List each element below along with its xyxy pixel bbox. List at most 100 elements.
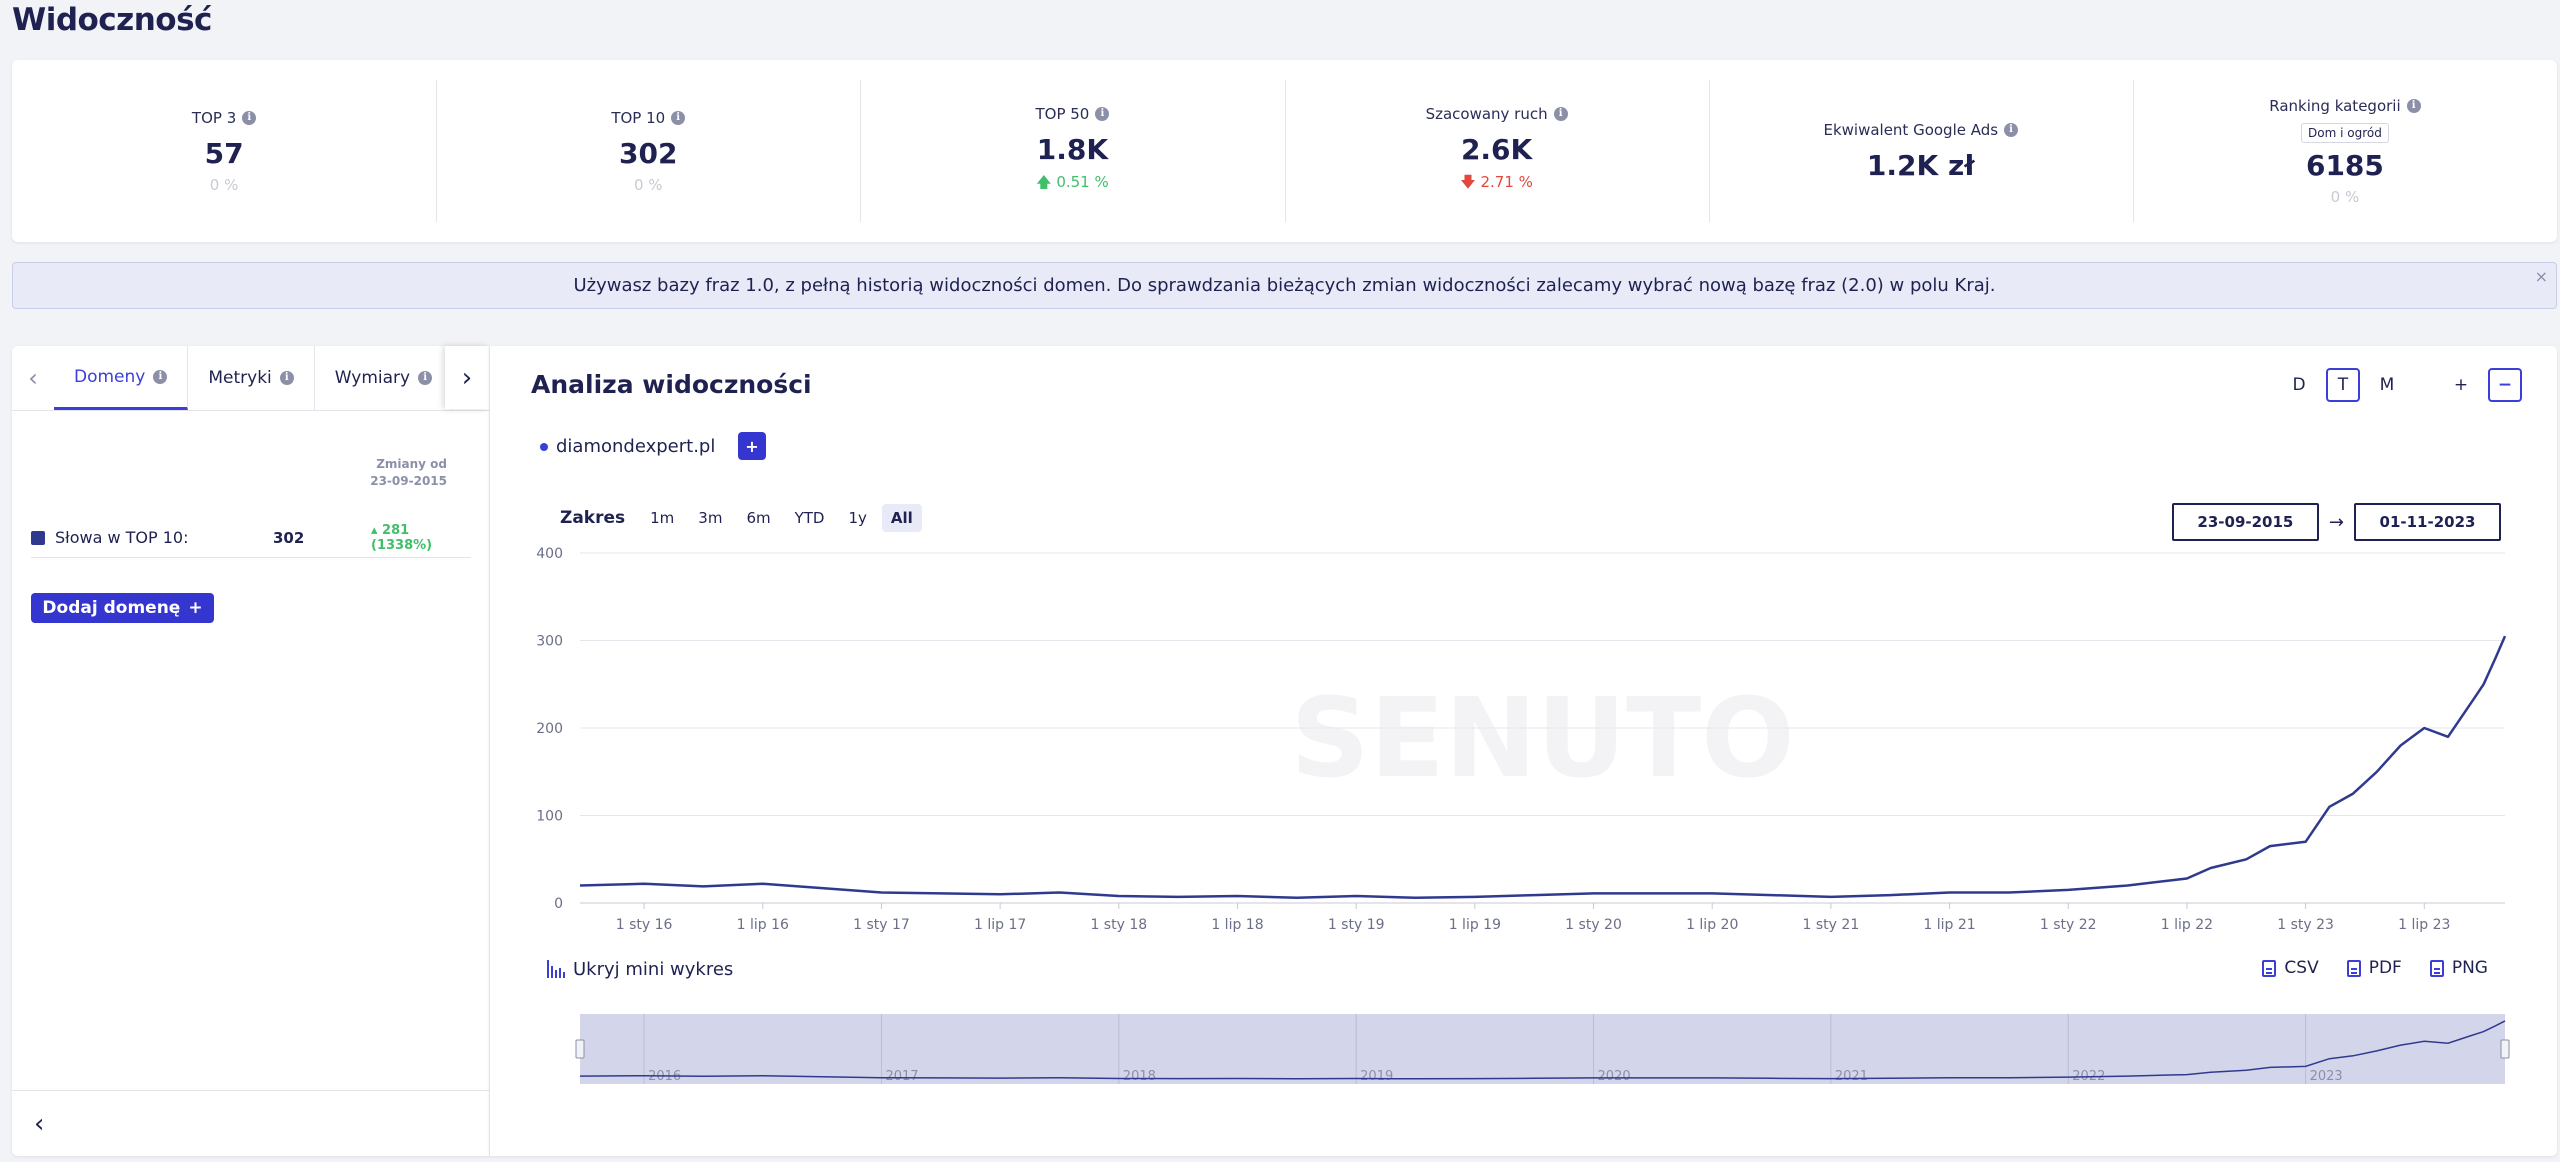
visibility-chart[interactable]: SENUTO 400 300 200 100 0 1 sty 16 1 lip 16 1 sty… <box>490 541 2558 951</box>
navigator-year-label: 2017 <box>885 1069 918 1084</box>
period-week-button[interactable]: T <box>2326 368 2360 402</box>
x-tick-label: 1 sty 17 <box>853 917 910 933</box>
visibility-analysis-panel: Analiza widoczności D T M + − diamondexp… <box>489 346 2557 1156</box>
zoom-in-button[interactable]: + <box>2444 368 2478 402</box>
date-from-input[interactable]: 23-09-2015 <box>2171 503 2319 541</box>
info-icon[interactable]: i <box>242 110 257 125</box>
y-tick-label: 100 <box>536 809 563 825</box>
metric-value: 302 <box>619 136 678 170</box>
document-icon <box>2429 959 2444 977</box>
navigator-year-label: 2019 <box>1360 1069 1393 1084</box>
export-pdf-button[interactable]: PDF <box>2346 958 2402 978</box>
metric-label: TOP 10 <box>611 108 666 127</box>
x-tick-label: 1 sty 22 <box>2040 917 2097 933</box>
chevron-left-icon[interactable]: ‹ <box>12 346 54 410</box>
mini-chart-navigator[interactable]: 2016 2017 2018 2019 2020 2021 2022 2023 <box>490 1006 2558 1096</box>
range-6m-button[interactable]: 6m <box>737 504 779 532</box>
navigator-year-label: 2018 <box>1123 1069 1156 1084</box>
metric-label: TOP 3 <box>191 108 237 127</box>
tab-label: Metryki <box>208 368 272 388</box>
y-tick-label: 0 <box>554 896 563 912</box>
zoom-out-button[interactable]: − <box>2488 368 2522 402</box>
x-tick-label: 1 lip 22 <box>2161 917 2213 933</box>
x-tick-label: 1 sty 21 <box>1803 917 1860 933</box>
navigator-selection[interactable] <box>580 1014 2505 1084</box>
metric-change: 0 % <box>633 175 663 194</box>
date-range: 23-09-2015 → 01-11-2023 <box>2171 503 2501 541</box>
x-tick-label: 1 sty 18 <box>1090 917 1147 933</box>
metric-value: 2.6K <box>1460 133 1533 166</box>
period-day-button[interactable]: D <box>2282 368 2316 402</box>
x-tick-label: 1 lip 18 <box>1211 917 1263 933</box>
range-3m-button[interactable]: 3m <box>689 504 731 532</box>
add-domain-label: Dodaj domenę <box>42 598 181 618</box>
info-icon[interactable]: i <box>1095 107 1110 121</box>
info-icon[interactable]: i <box>2406 98 2421 113</box>
add-series-button[interactable]: + <box>738 432 766 460</box>
export-png-button[interactable]: PNG <box>2429 958 2488 978</box>
changes-header-date: 23-09-2015 <box>370 474 447 488</box>
mini-toggle-label: Ukryj mini wykres <box>573 958 734 980</box>
toggle-mini-chart-button[interactable]: Ukryj mini wykres <box>545 958 733 980</box>
export-csv-button[interactable]: CSV <box>2262 958 2319 978</box>
metric-value: 1.2K zł <box>1866 148 1975 182</box>
range-all-button[interactable]: All <box>881 504 922 532</box>
range-ytd-button[interactable]: YTD <box>786 504 834 532</box>
period-month-button[interactable]: M <box>2370 368 2404 402</box>
row-change: ▴ 281 (1338%) <box>371 522 433 553</box>
navigator-handle-right[interactable] <box>2500 1039 2510 1059</box>
info-icon: i <box>153 369 168 384</box>
y-tick-label: 200 <box>536 721 563 737</box>
x-tick-label: 1 lip 19 <box>1449 917 1501 933</box>
x-tick-label: 1 lip 20 <box>1686 917 1738 933</box>
range-1m-button[interactable]: 1m <box>641 504 683 532</box>
chevron-right-icon[interactable]: › <box>445 346 489 409</box>
watermark: SENUTO <box>1290 674 1794 802</box>
series-chip[interactable]: diamondexpert.pl <box>540 436 715 457</box>
close-icon[interactable]: × <box>2535 267 2548 286</box>
metric-change: 0 % <box>2330 187 2360 206</box>
info-icon[interactable]: i <box>1553 107 1568 121</box>
metric-category-ranking: Ranking kategorii i Dom i ogród 6185 0 % <box>2132 60 2557 242</box>
tab-label: Domeny <box>74 366 146 387</box>
add-domain-button[interactable]: Dodaj domenę + <box>31 593 214 623</box>
metric-label: Ranking kategorii <box>2269 96 2401 115</box>
tab-domeny[interactable]: Domeny i <box>54 346 189 410</box>
panel-tabs: ‹ Domeny i Metryki i Wymiary i › <box>12 346 489 411</box>
x-tick-label: 1 lip 16 <box>737 917 789 933</box>
x-tick-label: 1 sty 16 <box>616 917 673 933</box>
info-icon[interactable]: i <box>671 110 686 125</box>
category-badge: Dom i ogród <box>2301 122 2389 143</box>
info-icon: i <box>279 371 294 385</box>
tab-wymiary[interactable]: Wymiary i <box>315 346 454 410</box>
range-1y-button[interactable]: 1y <box>840 504 876 532</box>
notice-text: Używasz bazy fraz 1.0, z pełną historią … <box>573 275 1996 296</box>
tab-label: Wymiary <box>334 368 411 388</box>
export-label: PNG <box>2451 958 2488 978</box>
navigator-handle-left[interactable] <box>575 1039 585 1059</box>
x-tick-label: 1 lip 17 <box>974 917 1026 933</box>
metric-change: 2.71 % <box>1480 173 1533 191</box>
x-tick-label: 1 lip 21 <box>1923 917 1975 933</box>
y-tick-label: 400 <box>536 546 563 562</box>
bar-chart-icon <box>547 960 565 978</box>
metric-label: TOP 50 <box>1035 105 1090 123</box>
date-to-input[interactable]: 01-11-2023 <box>2354 503 2501 541</box>
series-name: diamondexpert.pl <box>556 436 716 457</box>
metric-change: 0 % <box>209 175 239 194</box>
y-tick-label: 300 <box>536 634 563 650</box>
document-icon <box>2346 959 2361 977</box>
navigator-year-label: 2021 <box>1835 1069 1868 1084</box>
x-tick-label: 1 sty 19 <box>1328 917 1385 933</box>
x-tick-label: 1 lip 23 <box>2398 917 2450 933</box>
series-dot <box>540 442 548 451</box>
collapse-panel-button[interactable]: ‹ <box>12 1090 489 1156</box>
metric-value: 57 <box>204 136 244 170</box>
info-icon[interactable]: i <box>2004 122 2019 137</box>
export-buttons: CSV PDF PNG <box>2262 958 2488 978</box>
row-value: 302 <box>273 528 305 547</box>
series-color-swatch <box>31 530 45 545</box>
changes-header: Zmiany od 23-09-2015 <box>370 456 447 490</box>
tab-metryki[interactable]: Metryki i <box>188 346 315 410</box>
metric-top3: TOP 3 i 57 0 % <box>12 60 436 242</box>
